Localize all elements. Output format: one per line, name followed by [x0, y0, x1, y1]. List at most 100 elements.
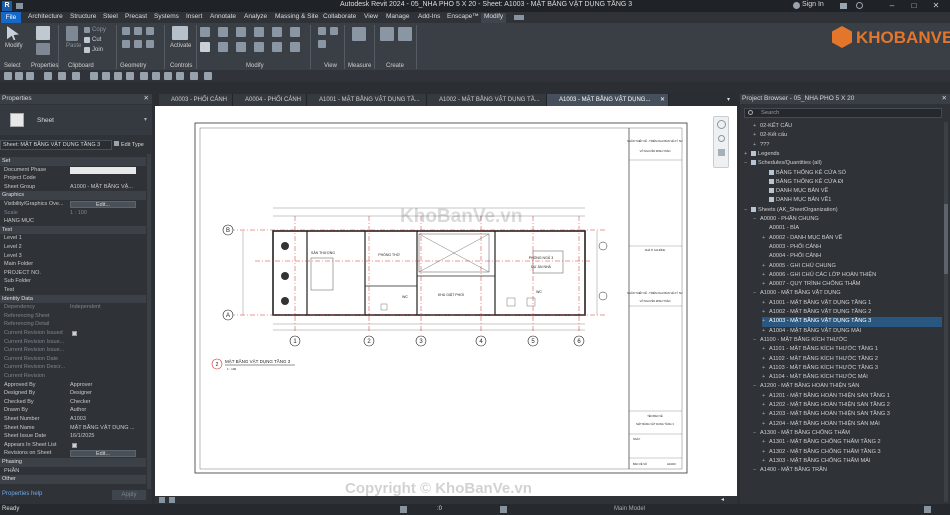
expand-icon[interactable]: +	[753, 122, 760, 131]
join-icon[interactable]	[84, 47, 90, 53]
tab-collaborate[interactable]: Collaborate	[323, 13, 356, 20]
expand-icon[interactable]: +	[762, 234, 769, 243]
browser-item[interactable]: BẢNG THỐNG KÊ CỬA ĐI	[762, 178, 942, 187]
close-tab-icon[interactable]: ✕	[660, 94, 665, 106]
array-icon[interactable]	[272, 42, 282, 52]
browser-item[interactable]: + A0002 - DANH MỤC BẢN VẼ	[762, 234, 942, 243]
close-icon[interactable]: ✕	[942, 94, 947, 104]
browser-item[interactable]: + A1102 - MẶT BẰNG KÍCH THƯỚC TẦNG 2	[762, 355, 942, 364]
maximize-button[interactable]: □	[906, 0, 922, 12]
mirror-draw-icon[interactable]	[254, 27, 264, 37]
tab-annotate[interactable]: Annotate	[210, 13, 236, 20]
collapse-icon[interactable]: −	[744, 206, 751, 215]
browser-item[interactable]: DANH MỤC BẢN VẼ	[762, 187, 942, 196]
instance-selector[interactable]: Sheet: MẶT BẰNG VẬT DỤNG TẦNG 3	[0, 140, 112, 150]
property-edit-button[interactable]: Edit...	[70, 201, 136, 208]
browser-item[interactable]: + A1204 - MẶT BẰNG HOÀN THIỆN SÀN MÁI	[762, 420, 942, 429]
expand-icon[interactable]: +	[762, 392, 769, 401]
browser-item[interactable]: − A1300 - MẶT BẰNG CHỐNG THẤM	[753, 429, 942, 438]
expand-icon[interactable]: +	[762, 410, 769, 419]
chevron-down-icon[interactable]: ▾	[144, 116, 147, 123]
browser-item[interactable]: − A0000 - PHẦN CHUNG	[753, 215, 942, 224]
browser-item[interactable]: +???	[753, 141, 942, 150]
geometry-tool-icon-4[interactable]	[122, 40, 130, 48]
type-properties-icon[interactable]	[36, 43, 50, 55]
collapse-icon[interactable]: −	[753, 466, 760, 475]
group-select[interactable]: Select	[4, 63, 21, 69]
browser-search[interactable]: Search	[744, 108, 942, 118]
tab-modify[interactable]: Modify	[481, 13, 507, 23]
design-options-icon[interactable]	[500, 506, 507, 513]
help-icon[interactable]	[856, 2, 863, 9]
mirror-axis-icon[interactable]	[236, 27, 246, 37]
properties-help-link[interactable]: Properties help	[2, 491, 42, 497]
tab-manage[interactable]: Manage	[386, 13, 410, 20]
browser-item[interactable]: +02-KẾT CẤU	[753, 122, 942, 131]
collapse-icon[interactable]: −	[753, 336, 760, 345]
browser-item[interactable]: +02-Kết cấu	[753, 131, 942, 140]
sync-icon[interactable]	[26, 72, 34, 80]
dimension-qat-icon[interactable]	[102, 72, 110, 80]
zoom-icon[interactable]	[718, 135, 725, 142]
pin-icon[interactable]	[290, 42, 300, 52]
tab-analyze[interactable]: Analyze	[244, 13, 267, 20]
trim-icon[interactable]	[254, 42, 264, 52]
property-section[interactable]: Other	[0, 475, 146, 484]
browser-item[interactable]: + A1002 - MẶT BẰNG VẬT DỤNG TẦNG 2	[762, 308, 942, 317]
collapse-icon[interactable]: −	[753, 289, 760, 298]
expand-icon[interactable]: +	[762, 364, 769, 373]
offset-icon[interactable]	[218, 27, 228, 37]
property-value[interactable]: A1000 - MẶT BẰNG VẬ...	[70, 183, 133, 192]
property-edit-button[interactable]: Edit...	[70, 450, 136, 458]
revit-logo-icon[interactable]: R	[2, 1, 12, 11]
properties-icon[interactable]	[36, 26, 50, 40]
expand-icon[interactable]: +	[762, 355, 769, 364]
tab-overflow-icon[interactable]: ▾	[727, 96, 730, 103]
activate-button[interactable]: Activate	[170, 43, 191, 49]
browser-scrollbar[interactable]	[944, 122, 948, 502]
quick-open-icon[interactable]	[16, 3, 23, 9]
collapse-icon[interactable]: −	[753, 429, 760, 438]
expand-icon[interactable]: +	[762, 299, 769, 308]
tab-massing-site[interactable]: Massing & Site	[275, 13, 318, 20]
rotate-icon[interactable]	[236, 42, 246, 52]
undo-icon[interactable]	[44, 72, 52, 80]
expand-icon[interactable]: +	[762, 280, 769, 289]
tab-view-a1002[interactable]: A1002 - MẶT BẰNG VẬT DỤNG TẦ...	[427, 94, 547, 106]
expand-icon[interactable]: +	[762, 401, 769, 410]
open-icon[interactable]	[4, 72, 12, 80]
contextual-tab-icon[interactable]	[514, 15, 524, 20]
browser-item[interactable]: − A1100 - MẶT BẰNG KÍCH THƯỚC	[753, 336, 942, 345]
join-button[interactable]: Join	[92, 47, 103, 53]
expand-icon[interactable]: +	[753, 141, 760, 150]
browser-item[interactable]: − Sheets (AK_SheetOrganization)	[744, 206, 942, 215]
expand-icon[interactable]: +	[744, 150, 751, 159]
browser-item[interactable]: A0004 - PHỐI CẢNH	[762, 252, 942, 261]
geometry-tool-icon-6[interactable]	[146, 40, 154, 48]
minimize-button[interactable]: –	[884, 0, 900, 12]
browser-item[interactable]: + A1202 - MẶT BẰNG HOÀN THIỆN SÀN TẦNG 2	[762, 401, 942, 410]
property-section[interactable]: Graphics	[0, 191, 146, 200]
switch-windows-icon[interactable]	[190, 72, 198, 80]
create-group-icon[interactable]	[398, 27, 412, 41]
apply-button[interactable]: Apply	[112, 490, 146, 500]
browser-item[interactable]: BẢNG THỐNG KÊ CỬA SỔ	[762, 169, 942, 178]
browser-item[interactable]: + A1103 - MẶT BẰNG KÍCH THƯỚC TẦNG 3	[762, 364, 942, 373]
thin-lines-icon[interactable]	[164, 72, 172, 80]
expand-icon[interactable]: +	[762, 308, 769, 317]
property-value[interactable]: Approver	[70, 381, 92, 390]
tab-view-a1003[interactable]: A1003 - MẶT BẰNG VẬT DỤNG... ✕	[547, 94, 669, 106]
browser-item[interactable]: + A1303 - MẶT BẰNG CHỐNG THẤM MÁI	[762, 457, 942, 466]
browser-item[interactable]: − Schedules/Quantities (all)	[744, 159, 942, 168]
property-value[interactable]: Independent	[70, 303, 101, 312]
browser-item[interactable]: + A1004 - MẶT BẰNG VẬT DỤNG MÁI	[762, 327, 942, 336]
property-section[interactable]: Phasing	[0, 458, 146, 467]
browser-item[interactable]: + A0006 - GHI CHÚ CÁC LỚP HOÀN THIỆN	[762, 271, 942, 280]
expand-icon[interactable]: +	[762, 373, 769, 382]
tab-view-a1001[interactable]: A1001 - MẶT BẰNG VẬT DỤNG TẦ...	[307, 94, 427, 106]
copy-element-icon[interactable]	[218, 42, 228, 52]
browser-item[interactable]: A0001 - BÌA	[762, 224, 942, 233]
paste-button[interactable]: Paste	[66, 43, 81, 49]
tab-architecture[interactable]: Architecture	[28, 13, 63, 20]
tab-precast[interactable]: Precast	[125, 13, 147, 20]
